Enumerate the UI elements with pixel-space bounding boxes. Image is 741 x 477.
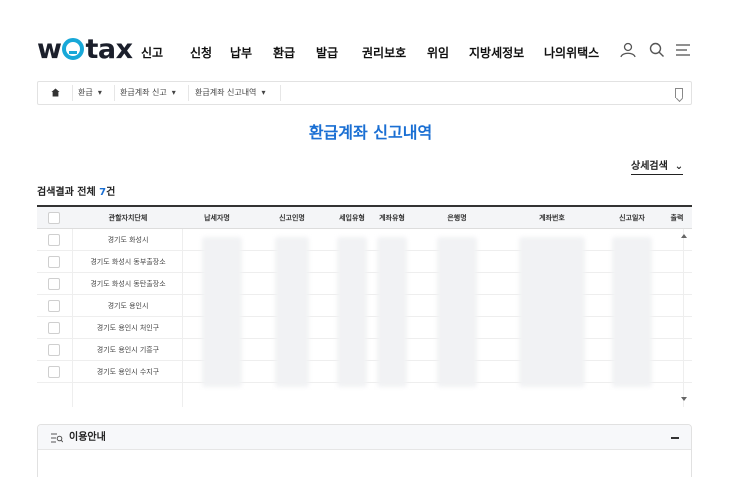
- col-header-account-type[interactable]: 계좌유형: [372, 207, 412, 229]
- cell-jurisdiction: 경기도 용인시 수지구: [96, 368, 160, 376]
- col-header-revenue-type[interactable]: 세입유형: [332, 207, 372, 229]
- cell-jurisdiction: 경기도 화성시 동부출장소: [90, 258, 166, 266]
- list-search-icon: [51, 433, 63, 443]
- breadcrumb-divider: [280, 85, 281, 101]
- nav-item-refund[interactable]: 환급: [273, 44, 295, 61]
- redacted-revenue-type-column: [337, 237, 367, 387]
- report-history-table: 관할자치단체 납세자명 신고인명 세입유형 계좌유형 은행명 계좌번호 신고일자…: [37, 205, 692, 407]
- cell-jurisdiction: 경기도 화성시: [107, 236, 149, 244]
- cell-jurisdiction: 경기도 화성시 동탄출장소: [90, 280, 166, 288]
- redacted-account-number-column: [519, 237, 585, 387]
- search-icon[interactable]: [648, 41, 666, 59]
- col-header-report-date[interactable]: 신고일자: [602, 207, 662, 229]
- col-header-jurisdiction[interactable]: 관할자치단체: [74, 207, 182, 229]
- breadcrumb: 환급 ▾ 환급계좌 신고 ▾ 환급계좌 신고내역 ▾: [37, 81, 692, 105]
- redacted-account-type-column: [377, 237, 407, 387]
- cell-jurisdiction: 경기도 용인시 기흥구: [96, 346, 160, 354]
- row-checkbox[interactable]: [48, 322, 60, 334]
- usage-guide-header[interactable]: 이용안내: [38, 425, 691, 450]
- nav-item-local-tax-info[interactable]: 지방세정보: [469, 44, 524, 61]
- nav-item-report[interactable]: 신고: [141, 44, 163, 61]
- redacted-bank-column: [437, 237, 477, 387]
- menu-icon[interactable]: [674, 41, 692, 59]
- usage-guide-title: 이용안내: [69, 432, 106, 443]
- logo-o-mark: [62, 38, 85, 60]
- col-header-reporter[interactable]: 신고인명: [252, 207, 332, 229]
- breadcrumb-item-account-report[interactable]: 환급계좌 신고 ▾: [120, 82, 176, 104]
- home-icon[interactable]: [51, 88, 60, 97]
- user-icon[interactable]: [619, 41, 637, 59]
- nav-item-apply[interactable]: 신청: [190, 44, 212, 61]
- wetax-logo[interactable]: w tax: [37, 35, 133, 65]
- cell-jurisdiction: 경기도 용인시: [107, 302, 149, 310]
- col-header-bank[interactable]: 은행명: [412, 207, 502, 229]
- breadcrumb-item-report-history[interactable]: 환급계좌 신고내역 ▾: [195, 82, 266, 104]
- redacted-taxpayer-column: [202, 237, 242, 387]
- scroll-up-arrow-icon[interactable]: [681, 234, 687, 238]
- row-checkbox[interactable]: [48, 278, 60, 290]
- chevron-down-icon: ⌄: [674, 161, 684, 172]
- row-checkbox[interactable]: [48, 234, 60, 246]
- bookmark-icon[interactable]: [675, 88, 683, 98]
- col-header-taxpayer[interactable]: 납세자명: [182, 207, 252, 229]
- cell-jurisdiction: 경기도 용인시 처인구: [96, 324, 160, 332]
- nav-item-delegate[interactable]: 위임: [427, 44, 449, 61]
- nav-item-issue[interactable]: 발급: [316, 44, 338, 61]
- row-checkbox[interactable]: [48, 366, 60, 378]
- table-header: 관할자치단체 납세자명 신고인명 세입유형 계좌유형 은행명 계좌번호 신고일자…: [37, 207, 692, 229]
- row-checkbox[interactable]: [48, 300, 60, 312]
- nav-item-rights[interactable]: 권리보호: [362, 44, 406, 61]
- breadcrumb-divider: [188, 85, 189, 101]
- nav-item-payment[interactable]: 납부: [230, 44, 252, 61]
- redacted-reporter-column: [275, 237, 309, 387]
- result-count: 검색결과 전체 7건: [37, 187, 116, 198]
- select-all-checkbox[interactable]: [48, 212, 60, 224]
- site-header: w tax 신고 신청 납부 환급 발급 권리보호 위임 지방세정보 나의위택스: [0, 0, 741, 80]
- scroll-down-arrow-icon[interactable]: [681, 397, 687, 401]
- row-checkbox[interactable]: [48, 344, 60, 356]
- redacted-report-date-column: [612, 237, 652, 387]
- usage-guide-panel: 이용안내: [37, 424, 692, 477]
- row-checkbox[interactable]: [48, 256, 60, 268]
- collapse-icon[interactable]: [671, 437, 679, 439]
- detail-search-toggle[interactable]: 상세검색 ⌄: [631, 157, 684, 175]
- col-header-print[interactable]: 출력: [662, 207, 692, 229]
- breadcrumb-item-refund[interactable]: 환급 ▾: [78, 82, 102, 104]
- breadcrumb-divider: [114, 85, 115, 101]
- col-header-account-number[interactable]: 계좌번호: [502, 207, 602, 229]
- page-title: 환급계좌 신고내역: [308, 123, 433, 142]
- breadcrumb-divider: [72, 85, 73, 101]
- nav-item-my-wetax[interactable]: 나의위택스: [544, 44, 599, 61]
